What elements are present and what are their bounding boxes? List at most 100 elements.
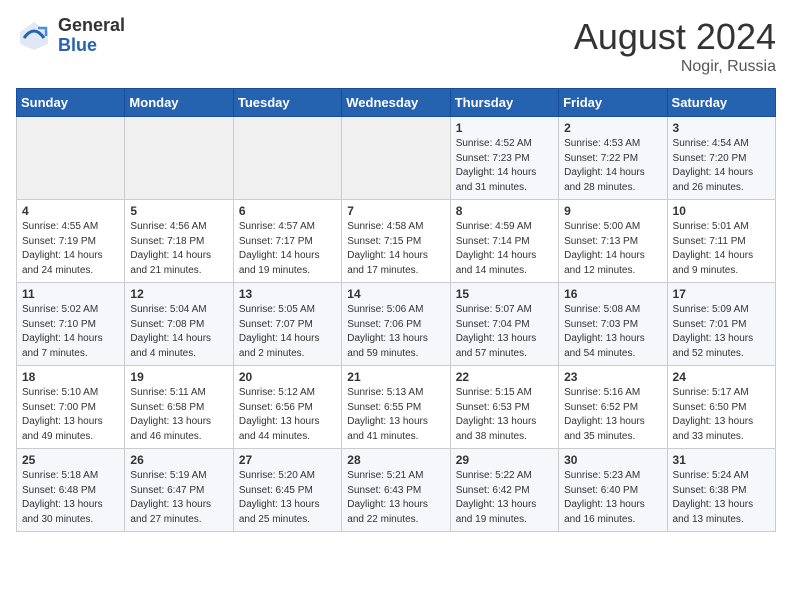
day-number: 26 bbox=[130, 453, 227, 467]
calendar-cell: 12 Sunrise: 5:04 AM Sunset: 7:08 PM Dayli… bbox=[125, 283, 233, 366]
title-block: August 2024 Nogir, Russia bbox=[574, 16, 776, 76]
day-info: Sunrise: 5:24 AM Sunset: 6:38 PM Dayligh… bbox=[673, 469, 770, 527]
day-number: 15 bbox=[456, 287, 553, 301]
day-info: Sunrise: 4:54 AM Sunset: 7:20 PM Dayligh… bbox=[673, 137, 770, 195]
month-year-title: August 2024 bbox=[574, 16, 776, 58]
calendar-week-row: 1Sunrise: 4:52 AM Sunset: 7:23 PM Daylig… bbox=[17, 117, 776, 200]
day-number: 18 bbox=[22, 370, 119, 384]
day-info: Sunrise: 4:57 AM Sunset: 7:17 PM Dayligh… bbox=[239, 220, 336, 278]
calendar-cell: 14 Sunrise: 5:06 AM Sunset: 7:06 PM Dayli… bbox=[342, 283, 450, 366]
day-number: 16 bbox=[564, 287, 661, 301]
calendar-cell: 29Sunrise: 5:22 AM Sunset: 6:42 PM Dayli… bbox=[450, 449, 558, 532]
day-info: Sunrise: 5:20 AM Sunset: 6:45 PM Dayligh… bbox=[239, 469, 336, 527]
page-header: General Blue August 2024 Nogir, Russia bbox=[16, 16, 776, 76]
day-info: Sunrise: 5:00 AM Sunset: 7:13 PM Dayligh… bbox=[564, 220, 661, 278]
day-number: 23 bbox=[564, 370, 661, 384]
col-header-friday: Friday bbox=[559, 89, 667, 117]
day-number: 20 bbox=[239, 370, 336, 384]
calendar-cell: 24 Sunrise: 5:17 AM Sunset: 6:50 PM Dayli… bbox=[667, 366, 775, 449]
calendar-week-row: 18 Sunrise: 5:10 AM Sunset: 7:00 PM Dayli… bbox=[17, 366, 776, 449]
calendar-cell: 1Sunrise: 4:52 AM Sunset: 7:23 PM Daylig… bbox=[450, 117, 558, 200]
logo-text: General Blue bbox=[58, 16, 125, 56]
day-number: 8 bbox=[456, 204, 553, 218]
calendar-cell bbox=[125, 117, 233, 200]
day-info: Sunrise: 5:07 AM Sunset: 7:04 PM Dayligh… bbox=[456, 303, 553, 361]
calendar-cell: 28Sunrise: 5:21 AM Sunset: 6:43 PM Dayli… bbox=[342, 449, 450, 532]
day-number: 9 bbox=[564, 204, 661, 218]
calendar-cell: 4 Sunrise: 4:55 AM Sunset: 7:19 PM Daylig… bbox=[17, 200, 125, 283]
day-info: Sunrise: 5:06 AM Sunset: 7:06 PM Dayligh… bbox=[347, 303, 444, 361]
day-number: 11 bbox=[22, 287, 119, 301]
logo-general-text: General bbox=[58, 16, 125, 36]
calendar-cell: 27 Sunrise: 5:20 AM Sunset: 6:45 PM Dayli… bbox=[233, 449, 341, 532]
day-number: 17 bbox=[673, 287, 770, 301]
calendar-cell: 16 Sunrise: 5:08 AM Sunset: 7:03 PM Dayli… bbox=[559, 283, 667, 366]
day-info: Sunrise: 5:17 AM Sunset: 6:50 PM Dayligh… bbox=[673, 386, 770, 444]
day-number: 19 bbox=[130, 370, 227, 384]
col-header-monday: Monday bbox=[125, 89, 233, 117]
calendar-cell bbox=[342, 117, 450, 200]
day-number: 6 bbox=[239, 204, 336, 218]
calendar-cell: 31 Sunrise: 5:24 AM Sunset: 6:38 PM Dayli… bbox=[667, 449, 775, 532]
day-info: Sunrise: 5:09 AM Sunset: 7:01 PM Dayligh… bbox=[673, 303, 770, 361]
day-number: 4 bbox=[22, 204, 119, 218]
day-number: 10 bbox=[673, 204, 770, 218]
day-info: Sunrise: 5:19 AM Sunset: 6:47 PM Dayligh… bbox=[130, 469, 227, 527]
logo-icon bbox=[16, 18, 52, 54]
calendar-cell: 23 Sunrise: 5:16 AM Sunset: 6:52 PM Dayli… bbox=[559, 366, 667, 449]
calendar-cell: 18 Sunrise: 5:10 AM Sunset: 7:00 PM Dayli… bbox=[17, 366, 125, 449]
day-info: Sunrise: 4:55 AM Sunset: 7:19 PM Dayligh… bbox=[22, 220, 119, 278]
day-number: 13 bbox=[239, 287, 336, 301]
day-info: Sunrise: 5:10 AM Sunset: 7:00 PM Dayligh… bbox=[22, 386, 119, 444]
calendar-cell: 22 Sunrise: 5:15 AM Sunset: 6:53 PM Dayli… bbox=[450, 366, 558, 449]
day-info: Sunrise: 5:16 AM Sunset: 6:52 PM Dayligh… bbox=[564, 386, 661, 444]
calendar-table: SundayMondayTuesdayWednesdayThursdayFrid… bbox=[16, 88, 776, 532]
col-header-sunday: Sunday bbox=[17, 89, 125, 117]
day-number: 24 bbox=[673, 370, 770, 384]
calendar-cell: 21Sunrise: 5:13 AM Sunset: 6:55 PM Dayli… bbox=[342, 366, 450, 449]
calendar-cell: 13 Sunrise: 5:05 AM Sunset: 7:07 PM Dayli… bbox=[233, 283, 341, 366]
calendar-cell: 2Sunrise: 4:53 AM Sunset: 7:22 PM Daylig… bbox=[559, 117, 667, 200]
calendar-week-row: 11 Sunrise: 5:02 AM Sunset: 7:10 PM Dayli… bbox=[17, 283, 776, 366]
day-number: 31 bbox=[673, 453, 770, 467]
day-info: Sunrise: 5:13 AM Sunset: 6:55 PM Dayligh… bbox=[347, 386, 444, 444]
calendar-cell: 30Sunrise: 5:23 AM Sunset: 6:40 PM Dayli… bbox=[559, 449, 667, 532]
calendar-cell: 20Sunrise: 5:12 AM Sunset: 6:56 PM Dayli… bbox=[233, 366, 341, 449]
col-header-wednesday: Wednesday bbox=[342, 89, 450, 117]
day-number: 14 bbox=[347, 287, 444, 301]
day-info: Sunrise: 5:02 AM Sunset: 7:10 PM Dayligh… bbox=[22, 303, 119, 361]
day-number: 28 bbox=[347, 453, 444, 467]
logo-blue-text: Blue bbox=[58, 36, 125, 56]
calendar-cell: 5 Sunrise: 4:56 AM Sunset: 7:18 PM Daylig… bbox=[125, 200, 233, 283]
day-number: 27 bbox=[239, 453, 336, 467]
calendar-cell bbox=[233, 117, 341, 200]
logo: General Blue bbox=[16, 16, 125, 56]
day-number: 12 bbox=[130, 287, 227, 301]
day-info: Sunrise: 4:59 AM Sunset: 7:14 PM Dayligh… bbox=[456, 220, 553, 278]
day-info: Sunrise: 4:52 AM Sunset: 7:23 PM Dayligh… bbox=[456, 137, 553, 195]
day-number: 22 bbox=[456, 370, 553, 384]
calendar-cell: 10 Sunrise: 5:01 AM Sunset: 7:11 PM Dayli… bbox=[667, 200, 775, 283]
calendar-cell: 19Sunrise: 5:11 AM Sunset: 6:58 PM Dayli… bbox=[125, 366, 233, 449]
calendar-cell: 26 Sunrise: 5:19 AM Sunset: 6:47 PM Dayli… bbox=[125, 449, 233, 532]
calendar-week-row: 4 Sunrise: 4:55 AM Sunset: 7:19 PM Daylig… bbox=[17, 200, 776, 283]
day-info: Sunrise: 5:18 AM Sunset: 6:48 PM Dayligh… bbox=[22, 469, 119, 527]
calendar-cell: 11 Sunrise: 5:02 AM Sunset: 7:10 PM Dayli… bbox=[17, 283, 125, 366]
col-header-saturday: Saturday bbox=[667, 89, 775, 117]
calendar-cell: 8 Sunrise: 4:59 AM Sunset: 7:14 PM Daylig… bbox=[450, 200, 558, 283]
col-header-thursday: Thursday bbox=[450, 89, 558, 117]
day-number: 5 bbox=[130, 204, 227, 218]
day-number: 29 bbox=[456, 453, 553, 467]
calendar-cell: 15 Sunrise: 5:07 AM Sunset: 7:04 PM Dayli… bbox=[450, 283, 558, 366]
calendar-cell: 9 Sunrise: 5:00 AM Sunset: 7:13 PM Daylig… bbox=[559, 200, 667, 283]
location-subtitle: Nogir, Russia bbox=[574, 58, 776, 76]
day-info: Sunrise: 5:15 AM Sunset: 6:53 PM Dayligh… bbox=[456, 386, 553, 444]
calendar-cell: 7Sunrise: 4:58 AM Sunset: 7:15 PM Daylig… bbox=[342, 200, 450, 283]
calendar-cell: 3Sunrise: 4:54 AM Sunset: 7:20 PM Daylig… bbox=[667, 117, 775, 200]
day-number: 25 bbox=[22, 453, 119, 467]
day-info: Sunrise: 5:08 AM Sunset: 7:03 PM Dayligh… bbox=[564, 303, 661, 361]
day-info: Sunrise: 5:01 AM Sunset: 7:11 PM Dayligh… bbox=[673, 220, 770, 278]
day-info: Sunrise: 5:04 AM Sunset: 7:08 PM Dayligh… bbox=[130, 303, 227, 361]
day-info: Sunrise: 5:05 AM Sunset: 7:07 PM Dayligh… bbox=[239, 303, 336, 361]
day-info: Sunrise: 4:56 AM Sunset: 7:18 PM Dayligh… bbox=[130, 220, 227, 278]
